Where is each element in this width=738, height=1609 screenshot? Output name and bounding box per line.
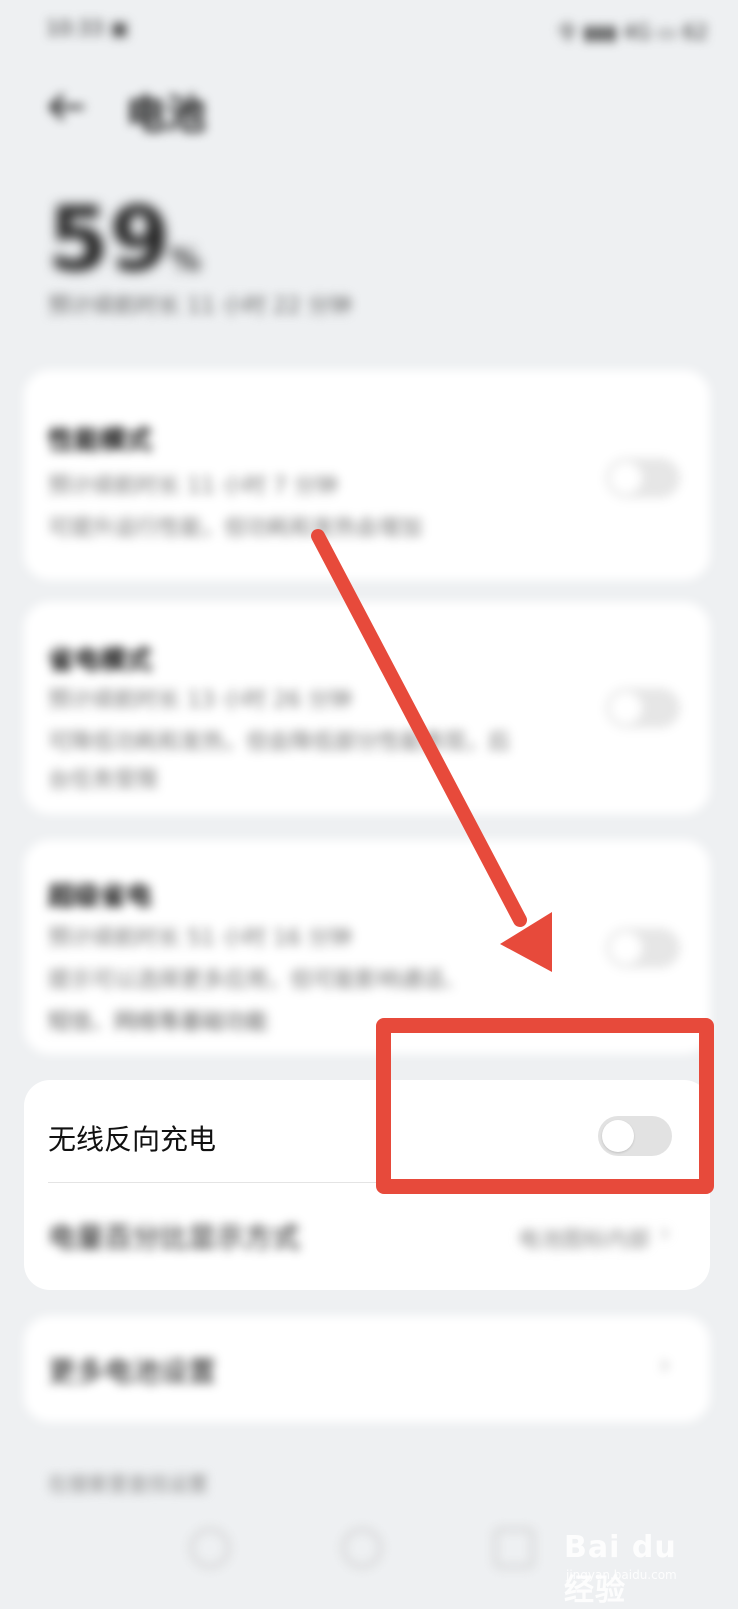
super-saving-toggle[interactable] bbox=[606, 928, 680, 968]
mode-title: 超级省电 bbox=[48, 882, 153, 912]
power-saving-toggle[interactable] bbox=[606, 688, 680, 728]
battery-percent-unit: % bbox=[170, 243, 201, 278]
mode-estimate: 预计续航时长 51 小时 16 分钟 bbox=[48, 926, 352, 951]
mode-estimate: 预计续航时长 11 小时 7 分钟 bbox=[48, 474, 338, 499]
more-battery-settings-label: 更多电池设置 bbox=[48, 1355, 217, 1388]
back-arrow-icon[interactable] bbox=[46, 92, 86, 122]
mode-description: 可降低功耗和发热，但会降低部分性能表现，后 bbox=[48, 730, 511, 755]
chevron-right-icon: › bbox=[659, 1218, 670, 1248]
mode-card-super-saving[interactable]: 超级省电 预计续航时长 51 小时 16 分钟 提示可以选择更多应用，但可能影响… bbox=[24, 840, 710, 1054]
mode-title: 性能模式 bbox=[48, 426, 153, 456]
battery-display-label: 电量百分比显示方式 bbox=[48, 1221, 301, 1254]
mode-card-power-saving[interactable]: 省电模式 预计续航时长 13 小时 26 分钟 可降低功耗和发热，但会降低部分性… bbox=[24, 602, 710, 814]
nav-recents-button[interactable] bbox=[494, 1528, 534, 1568]
performance-mode-toggle[interactable] bbox=[606, 458, 680, 498]
toggle-knob bbox=[602, 1120, 634, 1152]
baidu-watermark: Bai du 经验 jingyan.baidu.com bbox=[560, 1520, 710, 1608]
status-bar: 10:33 ▣ 令 ▮▮▮ 4G ▭ 62 bbox=[0, 0, 738, 56]
mode-description: 提示可以选择更多应用，但可能影响通话、 bbox=[48, 968, 467, 993]
page-title: 电池 bbox=[126, 92, 206, 138]
nav-back-button[interactable] bbox=[190, 1528, 230, 1568]
battery-percent-value: 59 bbox=[48, 188, 171, 291]
header: 电池 bbox=[0, 70, 738, 150]
wireless-reverse-charging-toggle[interactable] bbox=[598, 1116, 672, 1156]
mode-estimate: 预计续航时长 13 小时 26 分钟 bbox=[48, 688, 352, 713]
mode-description-2: 短信、网络等基础功能 bbox=[48, 1010, 269, 1035]
battery-display-value: 电池图标内部 bbox=[517, 1228, 650, 1253]
mode-title: 省电模式 bbox=[48, 646, 153, 676]
status-time: 10:33 ▣ bbox=[46, 16, 129, 40]
battery-display-row[interactable]: 电量百分比显示方式 电池图标内部 › bbox=[24, 1182, 710, 1290]
mode-description-2: 台任务受限 bbox=[48, 768, 159, 793]
wireless-reverse-charging-label: 无线反向充电 bbox=[48, 1123, 217, 1156]
battery-estimate: 预计续航时长 11 小时 22 分钟 bbox=[48, 294, 352, 319]
battery-percent: 59% bbox=[48, 196, 201, 284]
more-settings-card[interactable]: 更多电池设置 › bbox=[24, 1316, 710, 1422]
mode-description: 可提升运行性能，但功耗和发热会增加 bbox=[48, 516, 423, 541]
status-indicators: 令 ▮▮▮ 4G ▭ 62 bbox=[556, 20, 708, 44]
settings-card: 无线反向充电 电量百分比显示方式 电池图标内部 › bbox=[24, 1080, 710, 1290]
nav-home-button[interactable] bbox=[342, 1528, 382, 1568]
mode-card-performance[interactable]: 性能模式 预计续航时长 11 小时 7 分钟 可提升运行性能，但功耗和发热会增加 bbox=[24, 370, 710, 580]
chevron-right-icon: › bbox=[659, 1350, 670, 1380]
search-settings-hint: 在搜索里查找设置 bbox=[48, 1472, 208, 1496]
watermark-url: jingyan.baidu.com bbox=[566, 1568, 677, 1582]
